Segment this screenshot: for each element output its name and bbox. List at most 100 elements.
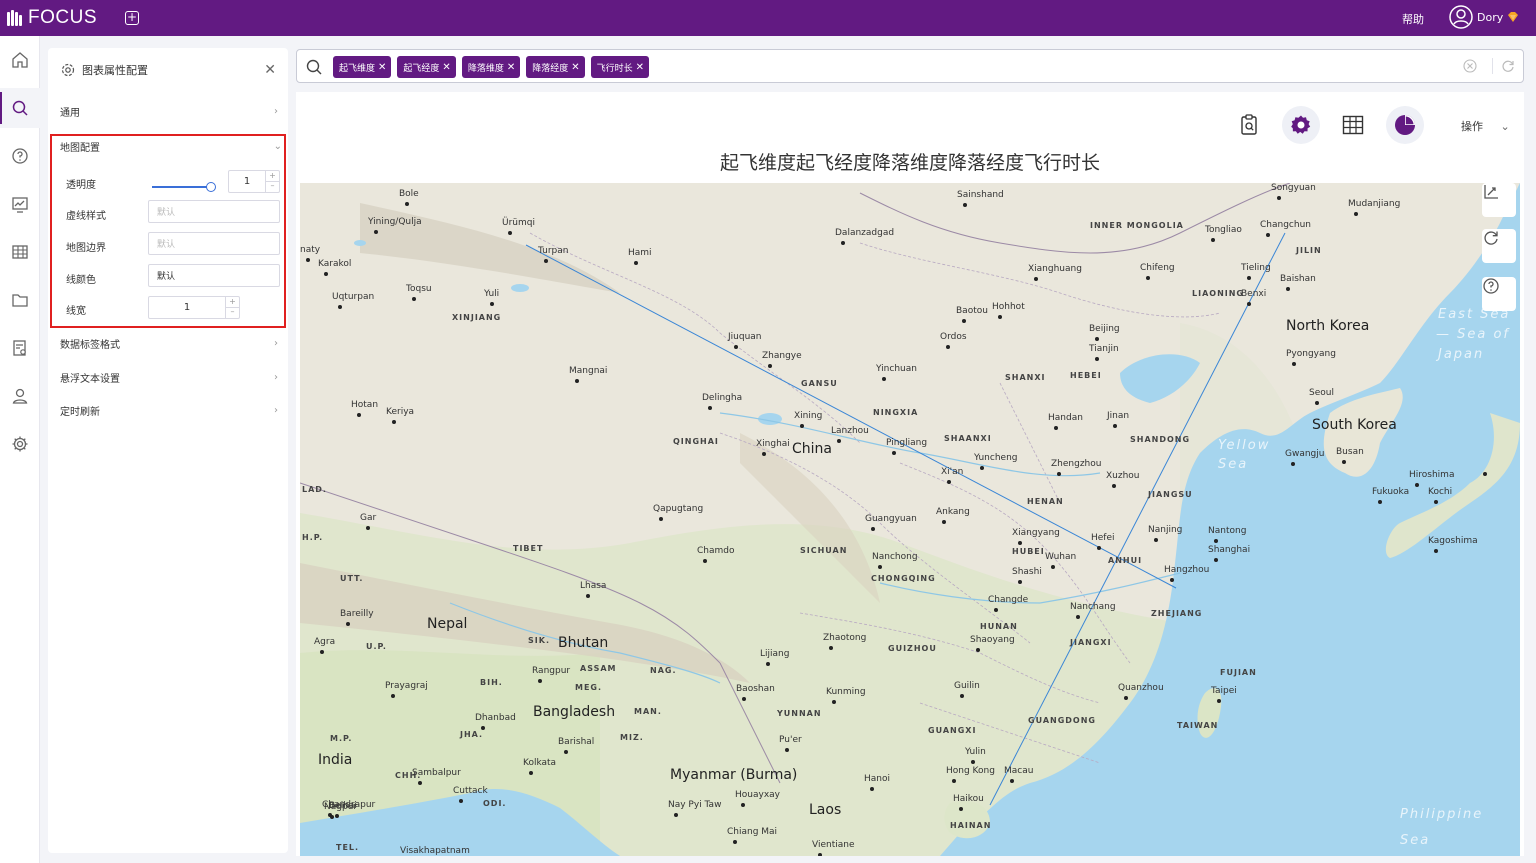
refresh-icon[interactable] (1501, 59, 1515, 73)
city-marker (529, 771, 533, 775)
decrement-icon[interactable]: – (265, 181, 279, 192)
clear-icon[interactable] (1463, 59, 1477, 73)
map-reset-button[interactable] (1482, 229, 1516, 263)
city-label: Xianghuang (1028, 264, 1082, 274)
city-label: Yinchuan (876, 364, 917, 374)
city-label: Hiroshima (1409, 470, 1455, 480)
add-tab-icon[interactable]: + (125, 11, 139, 25)
province-label: NAG. (650, 666, 677, 675)
remove-token-icon[interactable]: ✕ (636, 62, 644, 73)
search-icon[interactable] (305, 58, 323, 76)
city-marker (800, 424, 804, 428)
flight-route-map[interactable]: China Nepal Bhutan Bangladesh India Myanmar (… (300, 183, 1520, 856)
province-label: U.P. (366, 642, 387, 651)
map-help-button[interactable] (1482, 277, 1516, 311)
help-link[interactable]: 帮助 (1402, 11, 1424, 27)
province-label: ODI. (483, 799, 507, 808)
nav-table[interactable] (0, 232, 40, 272)
city-label: Sambalpur (412, 768, 461, 778)
city-marker (1010, 779, 1014, 783)
city-marker (1054, 426, 1058, 430)
city-label: Pu'er (779, 735, 802, 745)
close-icon[interactable]: ✕ (264, 62, 276, 78)
city-label: Barishal (558, 737, 595, 747)
opacity-slider[interactable] (152, 182, 216, 192)
app-logo[interactable]: FOCUS (6, 7, 97, 29)
user-menu[interactable]: Dory (1449, 5, 1520, 29)
nav-user[interactable] (0, 376, 40, 416)
search-token[interactable]: 降落经度 ✕ (526, 56, 585, 78)
city-marker (575, 379, 579, 383)
opacity-slider-thumb[interactable] (206, 182, 216, 192)
opacity-stepper[interactable]: 1 + – (228, 170, 280, 193)
search-token[interactable]: 降落维度 ✕ (461, 56, 521, 78)
line-width-stepper[interactable]: 1 + – (148, 296, 240, 319)
city-label: Ankang (936, 507, 970, 517)
city-label: Bareilly (340, 609, 374, 619)
city-label: Xuzhou (1106, 471, 1140, 481)
section-refresh-label: 定时刷新 (60, 406, 100, 418)
sea-label: Yellow (1218, 438, 1271, 453)
nav-folder[interactable] (0, 280, 40, 320)
city-marker (481, 726, 485, 730)
line-color-select[interactable]: 默认 (148, 264, 280, 287)
chart-type-button[interactable] (1386, 106, 1424, 144)
city-marker (708, 406, 712, 410)
section-hover-text[interactable]: 悬浮文本设置 › (60, 365, 278, 389)
city-label: Gwangju (1285, 449, 1325, 459)
section-map-config[interactable]: 地图配置 ⌄ (60, 134, 282, 158)
nav-question[interactable] (0, 136, 40, 176)
map-zoom-button[interactable] (1482, 183, 1516, 217)
panel-title: 图表属性配置 (82, 64, 148, 77)
city-marker (947, 480, 951, 484)
dash-style-select[interactable]: 默认 (148, 200, 280, 223)
chevron-right-icon: › (274, 105, 278, 117)
clipboard-button[interactable] (1230, 106, 1268, 144)
city-label: Qapugtang (653, 504, 704, 514)
remove-token-icon[interactable]: ✕ (571, 62, 579, 73)
section-refresh[interactable]: 定时刷新 › (60, 398, 278, 422)
province-label: JHA. (460, 730, 484, 739)
search-token[interactable]: 起飞维度 ✕ (333, 56, 392, 78)
nav-dashboard[interactable] (0, 184, 40, 224)
city-label: Mudanjiang (1348, 199, 1401, 209)
nav-settings[interactable] (0, 424, 40, 464)
city-label: Chifeng (1140, 263, 1175, 273)
city-marker (832, 700, 836, 704)
remove-token-icon[interactable]: ✕ (378, 62, 386, 73)
axis-icon (1484, 185, 1498, 199)
city-label: Nanchang (1070, 602, 1116, 612)
city-label: Nanjing (1148, 525, 1183, 535)
section-general[interactable]: 通用 › (60, 99, 278, 123)
data-source-icon (13, 340, 26, 356)
map-border-select[interactable]: 默认 (148, 232, 280, 255)
city-marker (768, 364, 772, 368)
city-marker (1434, 500, 1438, 504)
city-marker (1211, 238, 1215, 242)
city-label: Pyongyang (1286, 349, 1336, 359)
search-bar[interactable]: 起飞维度 ✕ 起飞经度 ✕ 降落维度 ✕ 降落经度 ✕ 飞行时长 ✕ (296, 49, 1524, 83)
reset-icon (1484, 231, 1498, 245)
city-label: Uqturpan (332, 292, 375, 302)
search-token[interactable]: 飞行时长 ✕ (590, 56, 650, 78)
nav-data-source[interactable] (0, 328, 40, 368)
operations-dropdown[interactable]: 操作 ⌄ (1461, 118, 1510, 134)
nav-search[interactable] (0, 88, 40, 128)
city-marker (374, 230, 378, 234)
country-label: Myanmar (Burma) (670, 767, 798, 783)
search-token[interactable]: 起飞经度 ✕ (397, 56, 456, 78)
table-view-button[interactable] (1334, 106, 1372, 144)
province-label: ASSAM (580, 664, 617, 673)
chevron-right-icon: › (274, 371, 278, 383)
city-marker (544, 259, 548, 263)
city-label: Vientiane (812, 840, 855, 850)
section-data-label[interactable]: 数据标签格式 › (60, 331, 278, 355)
remove-token-icon[interactable]: ✕ (507, 62, 515, 73)
chart-settings-button[interactable] (1282, 106, 1320, 144)
nav-home[interactable] (0, 40, 40, 80)
province-label: BIH. (480, 678, 503, 687)
city-marker (412, 297, 416, 301)
decrement-icon[interactable]: – (225, 307, 239, 318)
remove-token-icon[interactable]: ✕ (442, 62, 450, 73)
token-label: 降落维度 (467, 63, 504, 74)
